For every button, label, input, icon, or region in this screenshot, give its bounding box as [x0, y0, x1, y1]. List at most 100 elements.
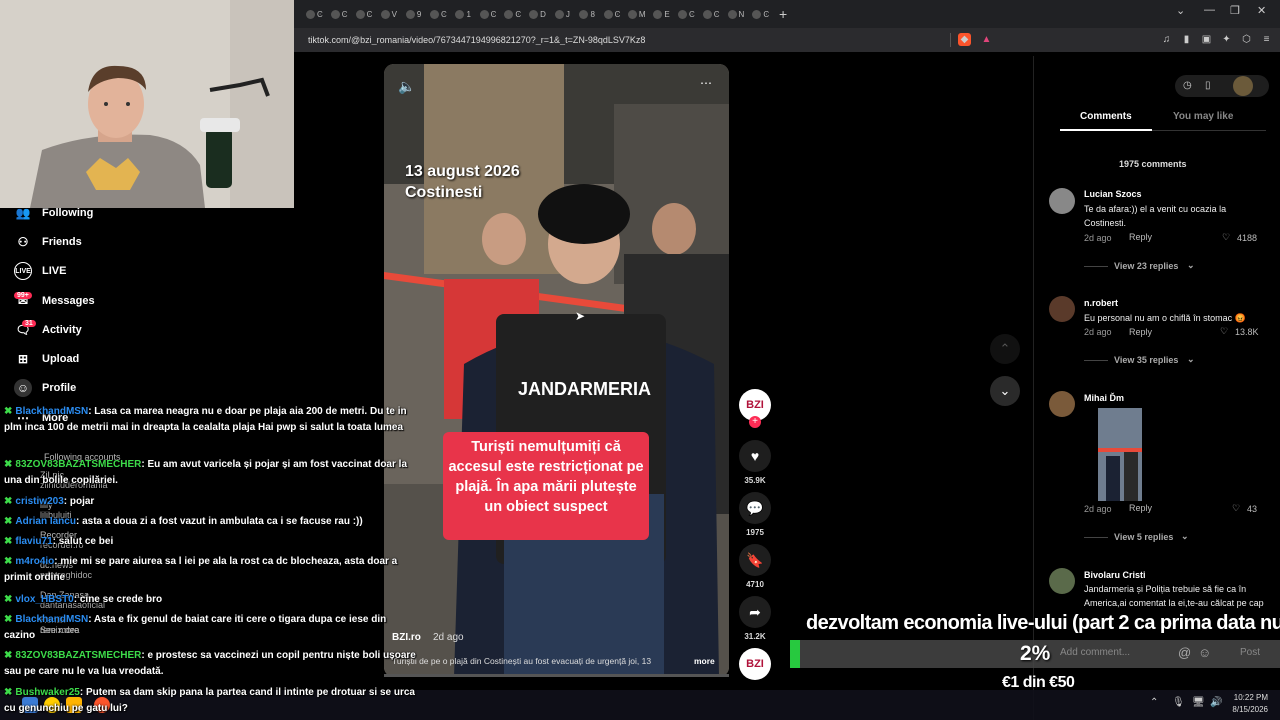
nav-following[interactable]: 👥 Following: [14, 204, 94, 222]
comment-author[interactable]: n.robert: [1084, 298, 1118, 308]
phone-icon[interactable]: ▯: [1205, 80, 1211, 91]
browser-tab[interactable]: 1: [451, 4, 476, 24]
rewards-icon[interactable]: ▲: [980, 33, 993, 46]
video-location-overlay: Costinesti: [405, 184, 483, 201]
avatar[interactable]: [1049, 188, 1075, 214]
video-player[interactable]: [384, 64, 729, 677]
browser-tab[interactable]: 8: [575, 4, 600, 24]
webcam-image: [0, 0, 294, 208]
view-replies-button[interactable]: View 35 replies: [1114, 355, 1178, 365]
browser-tab[interactable]: Ͼ: [699, 4, 724, 24]
video-more-link[interactable]: more: [694, 656, 715, 666]
comment-button[interactable]: 💬: [739, 492, 771, 524]
follow-plus-icon[interactable]: +: [749, 416, 761, 428]
chat-username: flaviu71: [15, 536, 53, 547]
mention-icon[interactable]: @: [1178, 645, 1191, 660]
view-replies-button[interactable]: View 5 replies: [1114, 532, 1173, 542]
tiktok-icon: [429, 9, 439, 19]
post-comment-button[interactable]: Post: [1240, 647, 1260, 658]
browser-tab[interactable]: Ͼ: [352, 4, 377, 24]
browser-tab[interactable]: D: [525, 4, 550, 24]
sound-disc-icon[interactable]: BZI: [739, 648, 771, 680]
chat-username: 83ZOV83BAZATSMECHER: [15, 459, 142, 470]
sidebar-icon[interactable]: ▮: [1180, 33, 1193, 46]
chat-message: ✖ cristiw203: pojar: [4, 494, 418, 510]
tab-you-may-like[interactable]: You may like: [1173, 111, 1233, 122]
chat-text: : salut ce bei: [52, 536, 114, 547]
user-avatar[interactable]: [1233, 76, 1253, 96]
previous-video-button[interactable]: ⌃: [990, 334, 1020, 364]
goal-progress-fill: [790, 640, 800, 668]
nav-profile[interactable]: ☺ Profile: [14, 379, 76, 397]
browser-tab[interactable]: Ͼ: [600, 4, 625, 24]
tab-comments[interactable]: Comments: [1080, 111, 1132, 122]
browser-tab[interactable]: 9: [401, 4, 426, 24]
address-bar[interactable]: tiktok.com/@bzi_romania/video/7673447194…: [294, 28, 1280, 52]
next-video-button[interactable]: ⌄: [990, 376, 1020, 406]
browser-tab[interactable]: N: [724, 4, 749, 24]
browser-tab[interactable]: J: [550, 4, 575, 24]
reply-button[interactable]: Reply: [1129, 503, 1152, 513]
browser-tab[interactable]: V: [376, 4, 401, 24]
leo-icon[interactable]: ✦: [1220, 33, 1233, 46]
tab-title: 8: [590, 9, 595, 19]
heart-outline-icon[interactable]: ♡: [1232, 503, 1240, 514]
taskbar-time[interactable]: 10:22 PM: [1228, 693, 1268, 702]
nav-upload[interactable]: ⊞ Upload: [14, 350, 79, 368]
add-comment-input[interactable]: Add comment...: [1060, 647, 1130, 658]
microphone-icon[interactable]: 🎙: [1172, 697, 1185, 708]
comment-image-thumbnail[interactable]: [1098, 408, 1142, 501]
browser-tab[interactable]: Ͼ: [674, 4, 699, 24]
heart-outline-icon[interactable]: ♡: [1220, 326, 1228, 337]
timer-icon[interactable]: ◷: [1183, 80, 1192, 91]
close-window-icon[interactable]: ✕: [1257, 4, 1266, 17]
url-text[interactable]: tiktok.com/@bzi_romania/video/7673447194…: [308, 35, 948, 45]
nav-friends[interactable]: ⚇ Friends: [14, 233, 82, 251]
reply-button[interactable]: Reply: [1129, 232, 1152, 242]
comment-author[interactable]: Mihai Ďm: [1084, 393, 1124, 403]
browser-tab[interactable]: Ͼ: [476, 4, 501, 24]
browser-tab[interactable]: Ͼ: [426, 4, 451, 24]
share-button[interactable]: ➦: [739, 596, 771, 628]
tab-search-icon[interactable]: ⌄: [1176, 4, 1185, 17]
heart-icon: ♥: [750, 448, 760, 464]
heart-outline-icon[interactable]: ♡: [1222, 232, 1230, 243]
avatar[interactable]: [1049, 568, 1075, 594]
avatar[interactable]: [1049, 296, 1075, 322]
restore-icon[interactable]: ❐: [1230, 4, 1240, 17]
menu-icon[interactable]: ≡: [1260, 33, 1273, 46]
like-button[interactable]: ♥: [739, 440, 771, 472]
browser-tab[interactable]: Ͼ: [748, 4, 773, 24]
reply-button[interactable]: Reply: [1129, 327, 1152, 337]
video-progress-track[interactable]: [384, 674, 729, 677]
volume-icon[interactable]: 🔈: [398, 78, 415, 95]
tab-title: Ͼ: [341, 9, 348, 19]
view-replies-button[interactable]: View 23 replies: [1114, 261, 1178, 271]
minimize-icon[interactable]: —: [1204, 4, 1215, 16]
emoji-icon[interactable]: ☺: [1198, 645, 1211, 660]
vpn-icon[interactable]: ⬡: [1240, 33, 1253, 46]
wallet-icon[interactable]: ▣: [1200, 33, 1213, 46]
browser-tab[interactable]: Ͼ: [302, 4, 327, 24]
browser-tab[interactable]: M: [624, 4, 649, 24]
media-icon[interactable]: ♫: [1160, 33, 1173, 46]
avatar[interactable]: [1049, 391, 1075, 417]
nav-live[interactable]: LIVE LIVE: [14, 262, 66, 280]
comment-author[interactable]: Bivolaru Cristi: [1084, 570, 1146, 580]
browser-tab[interactable]: Ͼ: [327, 4, 352, 24]
browser-tab[interactable]: Ͼ: [500, 4, 525, 24]
brave-shield-icon[interactable]: ◆: [958, 33, 971, 46]
volume-tray-icon[interactable]: 🔊: [1210, 697, 1222, 708]
network-icon[interactable]: 🖥: [1192, 697, 1205, 708]
video-more-icon[interactable]: ⋯: [700, 76, 712, 90]
browser-tab[interactable]: E: [649, 4, 674, 24]
chat-message: ✖ m4ro4io: mie mi se pare aiurea sa l iei…: [4, 554, 418, 586]
platform-icon: ✖: [4, 496, 13, 507]
save-button[interactable]: 🔖: [739, 544, 771, 576]
chevron-up-icon[interactable]: ⌃: [1150, 697, 1158, 708]
chevron-down-icon: ⌄: [1187, 260, 1195, 270]
new-tab-button[interactable]: +: [773, 4, 793, 24]
comment-author[interactable]: Lucian Szocs: [1084, 189, 1142, 199]
comment-time: 2d ago: [1084, 327, 1112, 337]
taskbar-date[interactable]: 8/15/2026: [1224, 705, 1268, 714]
